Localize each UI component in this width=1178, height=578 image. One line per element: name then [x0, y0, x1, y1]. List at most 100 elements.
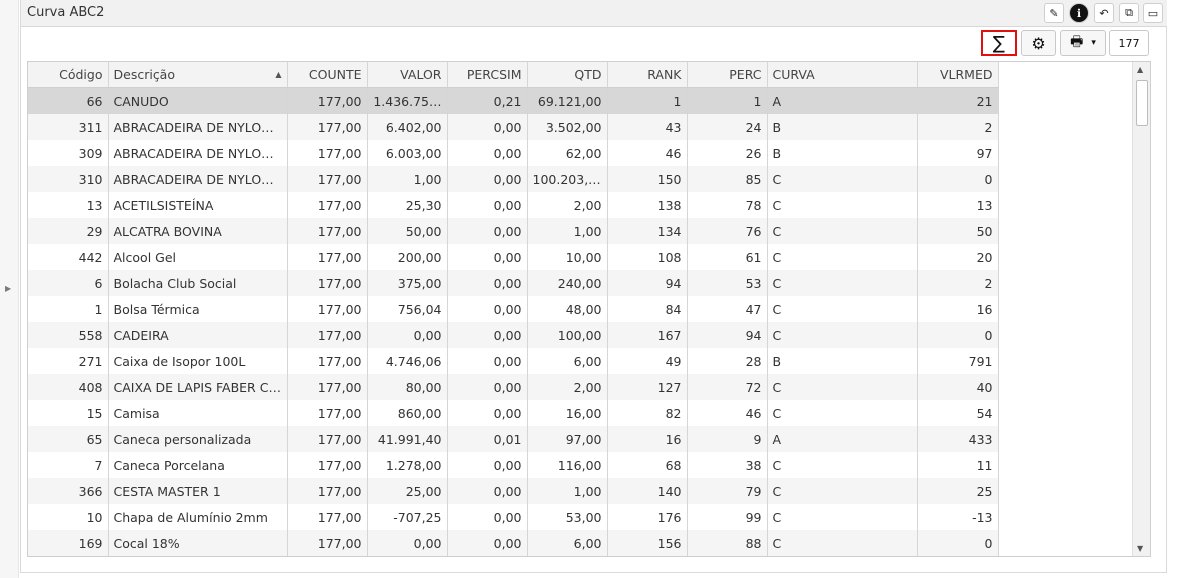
- cell-rank[interactable]: 138: [607, 192, 688, 218]
- cell-descricao[interactable]: CAIXA DE LAPIS FABER C…: [108, 374, 288, 400]
- cell-percsim[interactable]: 0,00: [447, 374, 528, 400]
- table-row[interactable]: 310 ABRACADEIRA DE NYLON … 177,00 1,00 0,00 1…: [28, 166, 999, 192]
- cell-vlrmed[interactable]: 21: [917, 87, 999, 114]
- cell-codigo[interactable]: 271: [28, 348, 109, 374]
- table-row[interactable]: 311 ABRACADEIRA DE NYLON … 177,00 6.402,00 0…: [28, 114, 999, 140]
- edit-button[interactable]: ✎: [1044, 3, 1064, 23]
- cell-qtd[interactable]: 2,00: [527, 374, 608, 400]
- cell-valor[interactable]: 25,00: [367, 478, 448, 504]
- vertical-scrollbar[interactable]: ▲ ▼: [1132, 62, 1150, 556]
- cell-percsim[interactable]: 0,00: [447, 322, 528, 348]
- table-row[interactable]: 13 ACETILSISTEÍNA 177,00 25,30 0,00 2,00 138 78…: [28, 192, 999, 218]
- cell-percsim[interactable]: 0,00: [447, 452, 528, 478]
- cell-percsim[interactable]: 0,00: [447, 400, 528, 426]
- cell-codigo[interactable]: 6: [28, 270, 109, 296]
- table-row[interactable]: 10 Chapa de Alumínio 2mm 177,00 -707,25 0,00…: [28, 504, 999, 530]
- scroll-down-icon[interactable]: ▼: [1137, 544, 1143, 553]
- cell-descricao[interactable]: Cocal 18%: [108, 530, 288, 556]
- cell-percsim[interactable]: 0,00: [447, 270, 528, 296]
- cell-percsim[interactable]: 0,00: [447, 192, 528, 218]
- cell-counte[interactable]: 177,00: [287, 478, 368, 504]
- column-header-perc[interactable]: PERC: [687, 62, 768, 88]
- cell-counte[interactable]: 177,00: [287, 192, 368, 218]
- column-header-valor[interactable]: VALOR: [367, 62, 448, 88]
- cell-counte[interactable]: 177,00: [287, 166, 368, 192]
- cell-curva[interactable]: C: [767, 244, 918, 270]
- cell-vlrmed[interactable]: 40: [917, 374, 999, 400]
- cell-perc[interactable]: 26: [687, 140, 768, 166]
- cell-perc[interactable]: 24: [687, 114, 768, 140]
- cell-vlrmed[interactable]: 50: [917, 218, 999, 244]
- cell-descricao[interactable]: CANUDO: [108, 87, 288, 114]
- cell-codigo[interactable]: 311: [28, 114, 109, 140]
- cell-codigo[interactable]: 66: [28, 87, 109, 114]
- cell-valor[interactable]: -707,25: [367, 504, 448, 530]
- cell-valor[interactable]: 6.402,00: [367, 114, 448, 140]
- cell-descricao[interactable]: Chapa de Alumínio 2mm: [108, 504, 288, 530]
- cell-rank[interactable]: 1: [607, 87, 688, 114]
- cell-codigo[interactable]: 29: [28, 218, 109, 244]
- cell-rank[interactable]: 84: [607, 296, 688, 322]
- table-row[interactable]: 65 Caneca personalizada 177,00 41.991,40 0,0…: [28, 426, 999, 452]
- cell-valor[interactable]: 25,30: [367, 192, 448, 218]
- cell-vlrmed[interactable]: 0: [917, 322, 999, 348]
- cell-perc[interactable]: 28: [687, 348, 768, 374]
- cell-descricao[interactable]: Caneca personalizada: [108, 426, 288, 452]
- cell-rank[interactable]: 127: [607, 374, 688, 400]
- column-header-percsim[interactable]: PERCSIM: [447, 62, 528, 88]
- cell-rank[interactable]: 150: [607, 166, 688, 192]
- cell-vlrmed[interactable]: 20: [917, 244, 999, 270]
- cell-codigo[interactable]: 408: [28, 374, 109, 400]
- cell-codigo[interactable]: 169: [28, 530, 109, 556]
- cell-vlrmed[interactable]: 25: [917, 478, 999, 504]
- cell-qtd[interactable]: 6,00: [527, 530, 608, 556]
- cell-vlrmed[interactable]: 54: [917, 400, 999, 426]
- cell-codigo[interactable]: 558: [28, 322, 109, 348]
- cell-descricao[interactable]: Caneca Porcelana: [108, 452, 288, 478]
- cell-vlrmed[interactable]: 0: [917, 530, 999, 556]
- cell-descricao[interactable]: Alcool Gel: [108, 244, 288, 270]
- column-header-descricao[interactable]: Descrição ▲: [108, 62, 288, 88]
- table-row[interactable]: 29 ALCATRA BOVINA 177,00 50,00 0,00 1,00 134 76…: [28, 218, 999, 244]
- cell-qtd[interactable]: 62,00: [527, 140, 608, 166]
- table-row[interactable]: 15 Camisa 177,00 860,00 0,00 16,00 82 46 C 54: [28, 400, 999, 426]
- cell-percsim[interactable]: 0,00: [447, 218, 528, 244]
- cell-vlrmed[interactable]: 16: [917, 296, 999, 322]
- cell-valor[interactable]: 756,04: [367, 296, 448, 322]
- cell-valor[interactable]: 1.278,00: [367, 452, 448, 478]
- cell-counte[interactable]: 177,00: [287, 504, 368, 530]
- cell-rank[interactable]: 49: [607, 348, 688, 374]
- cell-percsim[interactable]: 0,00: [447, 166, 528, 192]
- table-row[interactable]: 7 Caneca Porcelana 177,00 1.278,00 0,00 116,0…: [28, 452, 999, 478]
- cell-rank[interactable]: 108: [607, 244, 688, 270]
- cell-codigo[interactable]: 1: [28, 296, 109, 322]
- scroll-thumb[interactable]: [1136, 80, 1148, 126]
- sum-button[interactable]: ∑: [981, 30, 1017, 56]
- cell-qtd[interactable]: 100.203,00: [527, 166, 608, 192]
- cell-codigo[interactable]: 309: [28, 140, 109, 166]
- column-header-vlrmed[interactable]: VLRMED: [917, 62, 999, 88]
- column-header-qtd[interactable]: QTD: [527, 62, 608, 88]
- cell-codigo[interactable]: 15: [28, 400, 109, 426]
- cell-perc[interactable]: 53: [687, 270, 768, 296]
- cell-qtd[interactable]: 1,00: [527, 218, 608, 244]
- cell-perc[interactable]: 85: [687, 166, 768, 192]
- table-row[interactable]: 1 Bolsa Térmica 177,00 756,04 0,00 48,00 84 47 C…: [28, 296, 999, 322]
- scroll-up-icon[interactable]: ▲: [1137, 65, 1143, 74]
- cell-curva[interactable]: C: [767, 166, 918, 192]
- undo-button[interactable]: ↶: [1094, 3, 1114, 23]
- cell-percsim[interactable]: 0,00: [447, 296, 528, 322]
- cell-perc[interactable]: 99: [687, 504, 768, 530]
- cell-descricao[interactable]: ABRACADEIRA DE NYLON …: [108, 114, 288, 140]
- cell-counte[interactable]: 177,00: [287, 530, 368, 556]
- cell-qtd[interactable]: 240,00: [527, 270, 608, 296]
- cell-valor[interactable]: 860,00: [367, 400, 448, 426]
- cell-counte[interactable]: 177,00: [287, 218, 368, 244]
- cell-valor[interactable]: 41.991,40: [367, 426, 448, 452]
- print-button[interactable]: 🖶 ▾: [1060, 30, 1106, 56]
- cell-descricao[interactable]: Bolacha Club Social: [108, 270, 288, 296]
- cell-vlrmed[interactable]: 791: [917, 348, 999, 374]
- cell-qtd[interactable]: 6,00: [527, 348, 608, 374]
- cell-counte[interactable]: 177,00: [287, 114, 368, 140]
- cell-codigo[interactable]: 366: [28, 478, 109, 504]
